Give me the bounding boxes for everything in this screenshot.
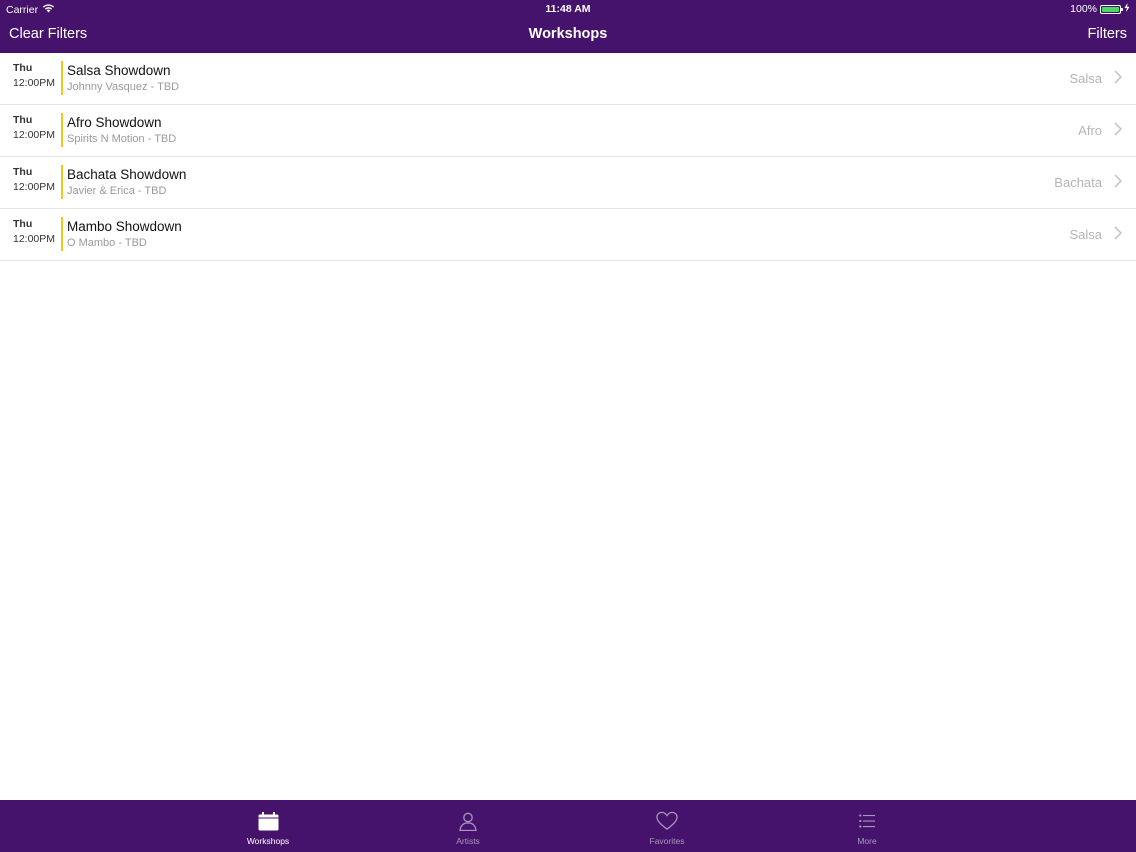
tab-artists[interactable]: Artists [408,800,528,852]
tab-bar: Workshops Artists Favorites More [0,800,1136,852]
calendar-icon [257,810,279,832]
filters-button[interactable]: Filters [1088,26,1127,42]
workshop-time: 12:00PM [13,77,56,89]
app-screen: Carrier 11:48 AM 100% Clear Filters Work… [0,0,1136,852]
accent-bar [61,217,63,251]
workshop-row[interactable]: Thu 12:00PM Bachata Showdown Javier & Er… [0,157,1136,209]
workshop-subtitle: Spirits N Motion - TBD [67,133,177,145]
chevron-right-icon [1114,226,1123,240]
workshop-category: Salsa [1069,71,1102,86]
list-icon [856,810,878,832]
workshop-row[interactable]: Thu 12:00PM Afro Showdown Spirits N Moti… [0,105,1136,157]
tab-label: More [857,836,877,846]
top-bar: Carrier 11:48 AM 100% Clear Filters Work… [0,0,1136,53]
battery-percent: 100% [1070,3,1097,15]
workshop-time: 12:00PM [13,233,56,245]
workshop-row[interactable]: Thu 12:00PM Salsa Showdown Johnny Vasque… [0,53,1136,105]
chevron-right-icon [1114,70,1123,84]
workshop-title: Bachata Showdown [67,167,187,182]
chevron-right-icon [1114,122,1123,136]
tab-favorites[interactable]: Favorites [607,800,727,852]
status-time: 11:48 AM [545,3,591,15]
accent-bar [61,61,63,95]
charging-bolt-icon [1124,3,1130,15]
workshop-day: Thu [13,114,33,126]
accent-bar [61,165,63,199]
workshop-time: 12:00PM [13,129,56,141]
workshop-subtitle: Javier & Erica - TBD [67,185,167,197]
workshop-subtitle: O Mambo - TBD [67,237,147,249]
workshop-row[interactable]: Thu 12:00PM Mambo Showdown O Mambo - TBD… [0,209,1136,261]
tab-label: Workshops [246,836,290,846]
workshop-category: Salsa [1069,227,1102,242]
chevron-right-icon [1114,174,1123,188]
workshop-category: Afro [1078,123,1102,138]
workshop-day: Thu [13,218,33,230]
page-title: Workshops [528,26,608,42]
accent-bar [61,113,63,147]
battery-indicator: 100% [1070,3,1130,15]
navigation-bar: Clear Filters Workshops Filters [0,17,1136,53]
workshop-subtitle: Johnny Vasquez - TBD [67,81,180,93]
battery-icon [1100,4,1123,14]
tab-label: Favorites [649,836,685,846]
workshop-time: 12:00PM [13,181,56,193]
workshop-category: Bachata [1054,175,1102,190]
tab-workshops[interactable]: Workshops [208,800,328,852]
person-icon [457,810,479,832]
workshop-day: Thu [13,62,33,74]
heart-icon [656,810,678,832]
workshop-day: Thu [13,166,33,178]
tab-more[interactable]: More [807,800,927,852]
workshop-title: Salsa Showdown [67,63,171,78]
workshop-list: Thu 12:00PM Salsa Showdown Johnny Vasque… [0,53,1136,261]
workshop-title: Mambo Showdown [67,219,182,234]
workshop-title: Afro Showdown [67,115,162,130]
tab-label: Artists [456,836,480,846]
status-bar: Carrier 11:48 AM 100% [0,0,1136,17]
